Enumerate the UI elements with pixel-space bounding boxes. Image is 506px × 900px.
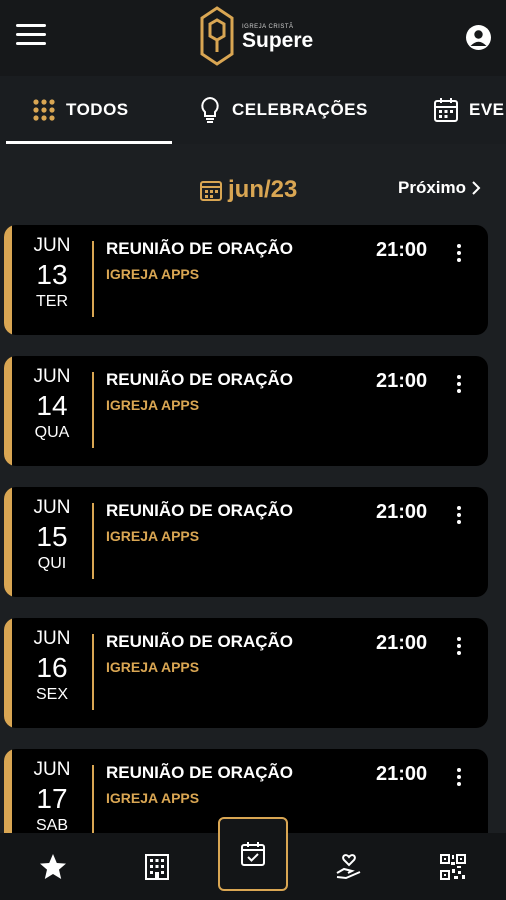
event-date: JUN 13 TER	[12, 235, 92, 311]
tab-label: EVE	[469, 100, 505, 119]
tab-label: CELEBRAÇÕES	[232, 100, 368, 119]
grid-icon	[33, 99, 55, 121]
card-accent	[4, 225, 12, 335]
card-accent	[4, 487, 12, 597]
event-day: 15	[36, 521, 68, 552]
event-organization: IGREJA APPS	[106, 659, 200, 675]
month-label: jun/23	[228, 176, 298, 203]
nav-donations[interactable]	[314, 833, 384, 900]
more-options-icon[interactable]	[451, 241, 467, 267]
card-divider	[92, 372, 94, 448]
card-accent	[4, 618, 12, 728]
card-accent	[4, 749, 12, 833]
next-label: Próximo	[398, 178, 467, 197]
event-day: 16	[36, 652, 68, 683]
month-navigation: jun/23 Próximo	[0, 160, 506, 216]
event-day: 13	[36, 259, 68, 290]
card-divider	[92, 241, 94, 317]
nav-church[interactable]	[122, 833, 192, 900]
event-weekday: SAB	[35, 817, 68, 833]
building-icon	[145, 853, 169, 880]
event-list: JUN 13 TER REUNIÃO DE ORAÇÃO IGREJA APPS…	[0, 225, 506, 833]
event-organization: IGREJA APPS	[106, 266, 200, 282]
star-icon	[40, 853, 66, 879]
current-month: jun/23	[200, 176, 297, 204]
donation-hand-icon	[336, 853, 361, 879]
card-divider	[92, 503, 94, 579]
tab-celebracoes[interactable]: CELEBRAÇÕES	[198, 76, 368, 144]
more-options-icon[interactable]	[451, 503, 467, 529]
card-accent	[4, 356, 12, 466]
event-day: 17	[36, 783, 68, 814]
event-time: 21:00	[376, 501, 428, 523]
event-card[interactable]: JUN 14 QUA REUNIÃO DE ORAÇÃO IGREJA APPS…	[4, 356, 488, 466]
nav-qr-code[interactable]	[418, 833, 488, 900]
event-month: JUN	[33, 759, 71, 780]
category-tabs: TODOS CELEBRAÇÕES EVE	[0, 76, 506, 144]
event-weekday: TER	[36, 293, 68, 310]
event-title: REUNIÃO DE ORAÇÃO	[106, 632, 294, 651]
event-organization: IGREJA APPS	[106, 397, 200, 413]
tab-eventos[interactable]: EVE	[433, 76, 505, 144]
event-weekday: QUA	[34, 424, 70, 441]
qr-code-icon	[440, 853, 466, 880]
event-month: JUN	[33, 235, 71, 256]
event-organization: IGREJA APPS	[106, 528, 200, 544]
event-month: JUN	[33, 497, 71, 518]
event-title: REUNIÃO DE ORAÇÃO	[106, 239, 294, 258]
event-date: JUN 17 SAB	[12, 759, 92, 833]
calendar-icon	[200, 181, 222, 201]
hamburger-menu-icon[interactable]	[16, 24, 46, 48]
logo-mark-icon	[200, 6, 234, 66]
next-month-button[interactable]: Próximo	[398, 178, 484, 198]
event-title: REUNIÃO DE ORAÇÃO	[106, 370, 294, 389]
event-day: 14	[36, 390, 68, 421]
event-date: JUN 16 SEX	[12, 628, 92, 704]
event-weekday: SEX	[35, 686, 68, 703]
card-divider	[92, 765, 94, 833]
logo-title: Supere	[242, 29, 314, 52]
tab-todos[interactable]: TODOS	[6, 76, 172, 144]
event-month: JUN	[33, 628, 71, 649]
event-date: JUN 15 QUI	[12, 497, 92, 573]
event-date: JUN 14 QUA	[12, 366, 92, 442]
event-month: JUN	[33, 366, 71, 387]
event-time: 21:00	[376, 763, 428, 785]
calendar-check-icon	[241, 842, 265, 866]
nav-favorites[interactable]	[18, 833, 88, 900]
nav-agenda[interactable]	[218, 817, 288, 891]
event-organization: IGREJA APPS	[106, 790, 200, 806]
calendar-icon	[434, 98, 458, 122]
account-circle-icon[interactable]	[466, 25, 491, 50]
event-weekday: QUI	[37, 555, 67, 572]
event-card[interactable]: JUN 16 SEX REUNIÃO DE ORAÇÃO IGREJA APPS…	[4, 618, 488, 728]
more-options-icon[interactable]	[451, 765, 467, 791]
event-time: 21:00	[376, 370, 428, 392]
event-card[interactable]: JUN 13 TER REUNIÃO DE ORAÇÃO IGREJA APPS…	[4, 225, 488, 335]
card-divider	[92, 634, 94, 710]
event-title: REUNIÃO DE ORAÇÃO	[106, 501, 294, 520]
chevron-right-icon	[472, 181, 481, 195]
lightbulb-icon	[201, 96, 219, 123]
event-time: 21:00	[376, 632, 428, 654]
church-logo: IGREJA CRISTÃ Supere	[200, 4, 315, 68]
event-time: 21:00	[376, 239, 428, 261]
app-header: IGREJA CRISTÃ Supere	[0, 0, 506, 76]
more-options-icon[interactable]	[451, 372, 467, 398]
bottom-navigation	[0, 817, 506, 900]
tab-label: TODOS	[66, 100, 129, 119]
event-title: REUNIÃO DE ORAÇÃO	[106, 763, 294, 782]
event-card[interactable]: JUN 15 QUI REUNIÃO DE ORAÇÃO IGREJA APPS…	[4, 487, 488, 597]
more-options-icon[interactable]	[451, 634, 467, 660]
